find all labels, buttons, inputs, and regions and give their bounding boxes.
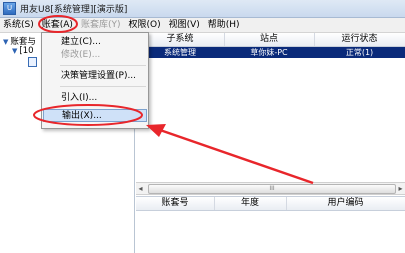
annotation-arrow-shaft (159, 128, 314, 185)
annotation-overlay (33, 15, 314, 185)
highlight-ellipse-export (33, 104, 143, 126)
highlight-ellipse-menu (38, 15, 78, 33)
